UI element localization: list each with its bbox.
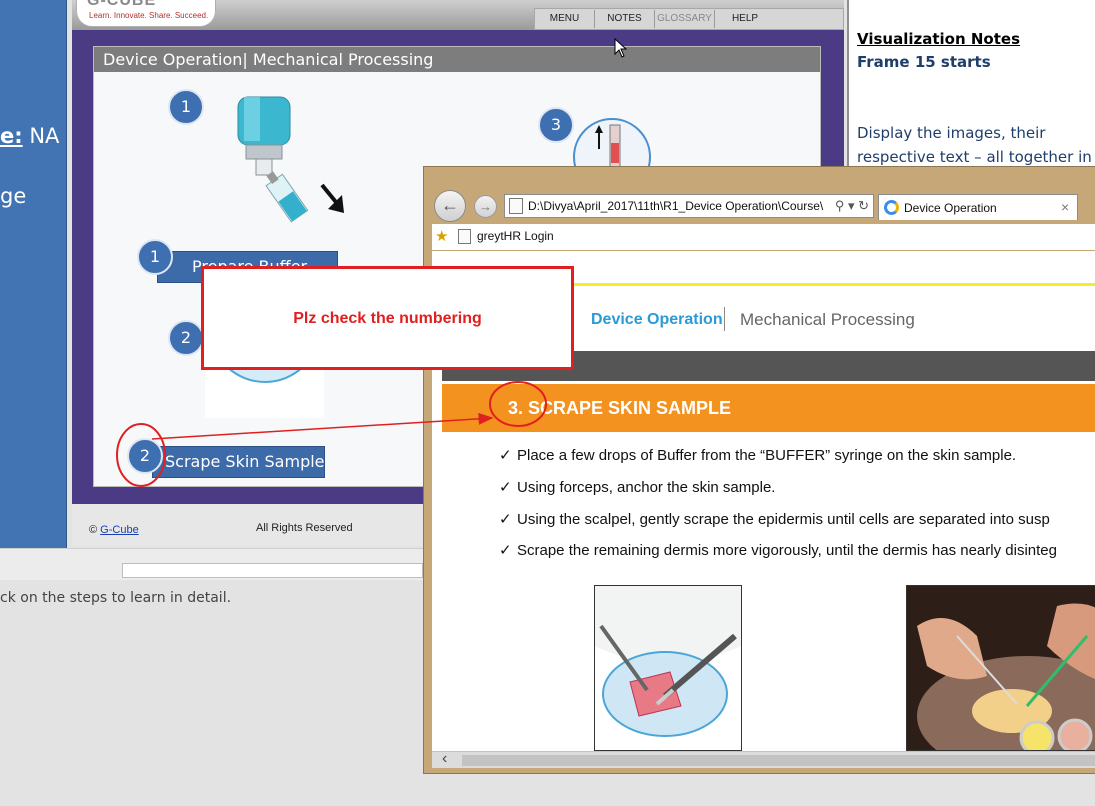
scroll-thumb[interactable] — [462, 755, 1095, 766]
left-panel-line-1: e: NA — [0, 124, 59, 148]
favorite-greythr-login[interactable]: greytHR Login — [477, 229, 554, 243]
footer-rights: All Rights Reserved — [256, 522, 353, 534]
check-icon: ✓ — [499, 542, 512, 559]
header-subsection: Mechanical Processing — [740, 310, 915, 329]
lab-photo — [906, 585, 1095, 751]
back-button[interactable]: ← — [434, 190, 466, 222]
left-notes-panel: e: NA ge — [0, 0, 67, 548]
copyright-symbol: © — [89, 524, 98, 536]
check-icon: ✓ — [499, 447, 512, 464]
lab-photo-drawing — [907, 586, 1095, 750]
menu-button[interactable]: MENU — [535, 10, 595, 28]
notes-body: Display the images, their respective tex… — [857, 124, 1092, 166]
left-panel-label: e: — [0, 124, 23, 148]
tab-title: Device Operation — [904, 201, 997, 215]
instruction-text: ck on the steps to learn in detail. — [0, 590, 232, 606]
back-arrow-icon: ← — [441, 195, 459, 215]
step-number-1: 1 — [137, 239, 173, 275]
course-topbar: G-CUBE Learn. Innovate. Share. Succeed. … — [72, 0, 844, 30]
address-text: D:\Divya\April_2017\11th\R1_Device Opera… — [528, 199, 824, 213]
callout-text: Plz check the numbering — [293, 310, 482, 327]
favorite-page-icon — [458, 229, 471, 244]
left-panel-line-2: ge — [0, 184, 27, 208]
step-title-bar: 3. SCRAPE SKIN SAMPLE — [442, 384, 1095, 432]
favorites-star-icon[interactable]: ★ — [435, 227, 448, 245]
horizontal-scrollbar[interactable]: ‹ — [432, 750, 1095, 768]
progress-bar — [122, 563, 423, 578]
scalpel-illustration-drawing — [595, 586, 741, 737]
mouse-cursor-icon — [614, 38, 628, 58]
gcube-logo: G-CUBE Learn. Innovate. Share. Succeed. — [76, 0, 216, 27]
gcube-link[interactable]: G-Cube — [100, 524, 139, 536]
favorites-bar: ★ greytHR Login — [432, 224, 1095, 250]
bullet-3: ✓ Using the scalpel, gently scrape the ep… — [499, 510, 1050, 528]
left-panel-value: NA — [29, 124, 60, 148]
step-number-2: 2 — [127, 438, 163, 474]
image-number-1: 1 — [168, 89, 204, 125]
check-icon: ✓ — [499, 511, 512, 528]
bullet-2-text: Using forceps, anchor the skin sample. — [517, 479, 776, 496]
notes-frame: Frame 15 starts — [857, 53, 991, 71]
review-callout: Plz check the numbering — [201, 266, 574, 370]
buffer-vial-image — [237, 96, 344, 223]
scalpel-illustration — [594, 585, 742, 751]
image-number-2: 2 — [168, 320, 204, 356]
tab-device-operation[interactable]: Device Operation × — [878, 194, 1078, 220]
ie-icon — [884, 200, 899, 215]
progress-strip — [0, 548, 423, 580]
header-separator — [724, 307, 725, 331]
header-section: Device Operation — [591, 311, 723, 328]
glossary-button[interactable]: GLOSSARY — [655, 10, 715, 28]
forward-button[interactable]: → — [474, 195, 497, 218]
slide-title: Device Operation| Mechanical Processing — [94, 47, 820, 72]
check-icon: ✓ — [499, 479, 512, 496]
page-icon — [509, 198, 523, 214]
address-bar[interactable]: D:\Divya\April_2017\11th\R1_Device Opera… — [504, 194, 874, 218]
browser-window: ← → D:\Divya\April_2017\11th\R1_Device O… — [423, 166, 1095, 774]
bullet-1-text: Place a few drops of Buffer from the “BU… — [517, 447, 1017, 464]
bullet-4: ✓ Scrape the remaining dermis more vigoro… — [499, 541, 1057, 559]
bullet-3-text: Using the scalpel, gently scrape the epi… — [517, 511, 1050, 528]
notes-heading: Visualization Notes — [857, 30, 1021, 48]
notes-button[interactable]: NOTES — [595, 10, 655, 28]
bullet-4-text: Scrape the remaining dermis more vigorou… — [517, 542, 1057, 559]
close-tab-icon[interactable]: × — [1061, 195, 1069, 219]
footer-copyright: © G-Cube — [89, 524, 139, 536]
step-title: 3. SCRAPE SKIN SAMPLE — [508, 398, 732, 418]
forward-arrow-icon: → — [479, 199, 492, 214]
step-button-scrape-skin[interactable]: Scrape Skin Sample — [152, 446, 325, 478]
help-button[interactable]: HELP — [715, 10, 775, 28]
image-number-3: 3 — [538, 107, 574, 143]
visualization-notes-panel: Visualization Notes Frame 15 starts Disp… — [847, 0, 1095, 170]
logo-text: G-CUBE — [87, 0, 157, 9]
scroll-left-icon[interactable]: ‹ — [442, 750, 447, 768]
step-label-scrape-skin: Scrape Skin Sample — [165, 452, 325, 471]
address-controls-icons[interactable]: ⚲ ▾ ↻ — [830, 195, 869, 217]
logo-tagline: Learn. Innovate. Share. Succeed. — [89, 11, 209, 20]
bullet-2: ✓ Using forceps, anchor the skin sample. — [499, 478, 775, 496]
bullet-1: ✓ Place a few drops of Buffer from the “B… — [499, 446, 1016, 464]
